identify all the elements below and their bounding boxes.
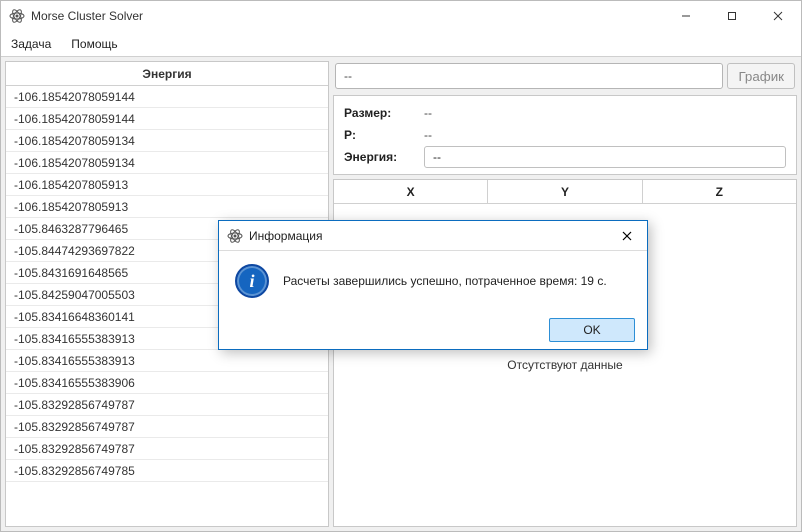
titlebar: Morse Cluster Solver <box>1 1 801 31</box>
dialog-app-icon <box>227 228 243 244</box>
chart-button[interactable]: График <box>727 63 795 89</box>
size-label: Размер: <box>344 106 424 120</box>
energy-row[interactable]: -105.83416555383913 <box>6 350 328 372</box>
dialog-message: Расчеты завершились успешно, потраченное… <box>283 274 607 288</box>
close-button[interactable] <box>755 1 801 31</box>
energy-header[interactable]: Энергия <box>6 62 328 86</box>
info-icon: i <box>235 264 269 298</box>
app-icon <box>9 8 25 24</box>
dialog-close-button[interactable] <box>607 221 647 251</box>
window-title: Morse Cluster Solver <box>31 9 663 23</box>
energy-row[interactable]: -106.18542078059144 <box>6 86 328 108</box>
energy-row[interactable]: -106.1854207805913 <box>6 174 328 196</box>
energy-row[interactable]: -105.83292856749787 <box>6 438 328 460</box>
info-dialog: Информация i Расчеты завершились успешно… <box>218 220 648 350</box>
energy-row[interactable]: -105.83292856749787 <box>6 416 328 438</box>
minimize-button[interactable] <box>663 1 709 31</box>
energy-row[interactable]: -105.83292856749785 <box>6 460 328 482</box>
selection-field[interactable]: -- <box>335 63 723 89</box>
summary-box: Размер: -- P: -- Энергия: -- <box>333 95 797 175</box>
p-value: -- <box>424 128 432 142</box>
energy-row[interactable]: -106.18542078059144 <box>6 108 328 130</box>
energy-value-field[interactable]: -- <box>424 146 786 168</box>
col-z[interactable]: Z <box>643 180 796 203</box>
size-value: -- <box>424 106 432 120</box>
col-y[interactable]: Y <box>488 180 642 203</box>
energy-row[interactable]: -106.18542078059134 <box>6 130 328 152</box>
dialog-titlebar: Информация <box>219 221 647 251</box>
energy-row[interactable]: -105.83416555383906 <box>6 372 328 394</box>
col-x[interactable]: X <box>334 180 488 203</box>
ok-button[interactable]: OK <box>549 318 635 342</box>
dialog-footer: OK <box>219 311 647 349</box>
dialog-title: Информация <box>249 229 607 243</box>
coords-header: X Y Z <box>334 180 796 204</box>
dialog-body: i Расчеты завершились успешно, потраченн… <box>219 251 647 311</box>
energy-row[interactable]: -106.1854207805913 <box>6 196 328 218</box>
energy-row[interactable]: -105.83292856749787 <box>6 394 328 416</box>
detail-top-row: -- График <box>333 61 797 91</box>
menu-help[interactable]: Помощь <box>61 31 127 56</box>
p-label: P: <box>344 128 424 142</box>
menu-task[interactable]: Задача <box>1 31 61 56</box>
maximize-button[interactable] <box>709 1 755 31</box>
energy-row[interactable]: -106.18542078059134 <box>6 152 328 174</box>
menubar: Задача Помощь <box>1 31 801 57</box>
energy-label: Энергия: <box>344 150 424 164</box>
